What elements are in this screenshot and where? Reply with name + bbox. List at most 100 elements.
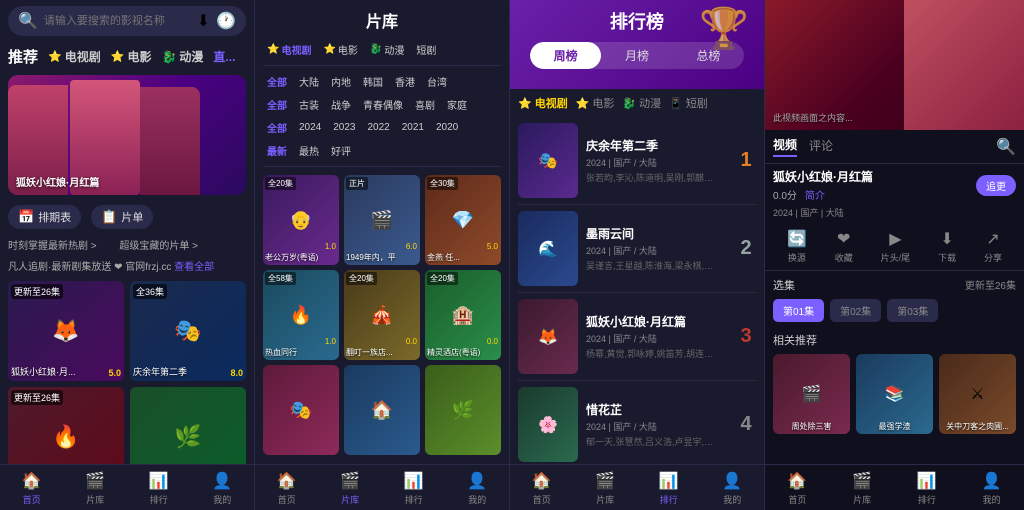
filter-rating[interactable]: 好评	[327, 141, 355, 160]
movie-card-0[interactable]: 👴 全20集 1.0 老公万岁(粤语)	[263, 175, 339, 265]
filter-2021[interactable]: 2021	[398, 120, 428, 135]
intro-link[interactable]: 简介	[805, 187, 825, 202]
genre-short[interactable]: 📱 短剧	[669, 95, 708, 111]
movie-card-6[interactable]: 🎭	[263, 365, 339, 455]
filter-inland[interactable]: 内地	[327, 72, 355, 91]
lib-nav-profile[interactable]: 👤 我的	[467, 471, 487, 506]
promo-link[interactable]: 查看全部	[174, 262, 214, 273]
filter-hk[interactable]: 香港	[391, 72, 419, 91]
genre-movie-icon: ⭐	[576, 97, 590, 110]
hero-banner[interactable]: 狐妖小红娘·月红篇	[8, 75, 246, 195]
genre-anime[interactable]: 🐉 动漫	[622, 95, 661, 111]
nav-schedule[interactable]: 📅 排期表	[8, 205, 81, 229]
grid-item-0[interactable]: 🦊 更新至26集 5.0 狐妖小红娘·月...	[8, 281, 124, 381]
follow-button[interactable]: 追更	[976, 175, 1016, 196]
filter-movie-type[interactable]: ⭐ 电影	[319, 40, 361, 59]
grid-item-2[interactable]: 🔥 更新至26集 7.0 破茧2	[8, 387, 124, 464]
filter-latest[interactable]: 最新	[263, 141, 291, 160]
nav-playlist[interactable]: 📋 片单	[91, 205, 153, 229]
filter-2024[interactable]: 2024	[295, 120, 325, 135]
search-input[interactable]	[44, 15, 191, 27]
video-tab-comments[interactable]: 评论	[809, 137, 833, 156]
episode-btn-3[interactable]: 第03集	[887, 299, 938, 322]
rank-nav-lib[interactable]: 🎬 片库	[595, 471, 615, 506]
rank-item-1[interactable]: 🎭 庆余年第二季 2024 | 国产 / 大陆 张若昀,李沁,陈道明,吴刚,郭麒…	[518, 117, 756, 205]
rank-nav-rank[interactable]: 📊 排行	[659, 471, 679, 506]
vid-nav-home[interactable]: 🏠 首页	[787, 471, 807, 506]
movie-card-2[interactable]: 💎 全30集 5.0 金燕 任...	[425, 175, 501, 265]
filter-row-year: 全部 2024 2023 2022 2021 2020	[255, 116, 509, 139]
promo-right: 超级宝藏的片单 >	[119, 241, 198, 252]
rank-nav-profile[interactable]: 👤 我的	[722, 471, 742, 506]
vid-nav-rank[interactable]: 📊 排行	[917, 471, 937, 506]
filter-2022[interactable]: 2022	[364, 120, 394, 135]
nav-rank[interactable]: 📊 排行	[149, 471, 169, 506]
movie-card-7[interactable]: 🏠	[344, 365, 420, 455]
badge-2: 更新至26集	[11, 390, 63, 405]
vid-nav-lib[interactable]: 🎬 片库	[852, 471, 872, 506]
nav-library[interactable]: 🎬 片库	[85, 471, 105, 506]
rank-item-2[interactable]: 🌊 墨雨云间 2024 | 国产 / 大陆 吴谨言,王星越,陈淮海,梁永棋,陈乔…	[518, 205, 756, 293]
filter-hot[interactable]: 最热	[295, 141, 323, 160]
filter-short[interactable]: 短剧	[412, 40, 440, 59]
genre-movie[interactable]: ⭐ 电影	[576, 95, 615, 111]
video-tab-video[interactable]: 视频	[773, 136, 797, 157]
rank-tab-weekly[interactable]: 周榜	[530, 42, 601, 69]
action-download[interactable]: ⬇ 下载	[938, 229, 956, 264]
search-bar[interactable]: 🔍 ⬇ 🕐	[8, 6, 246, 36]
lib-nav-library[interactable]: 🎬 片库	[340, 471, 360, 506]
tab-anime[interactable]: 🐉 动漫	[161, 48, 203, 65]
action-skip[interactable]: ▶ 片头/尾	[881, 229, 911, 264]
filter-romance[interactable]: 青春偶像	[359, 95, 407, 114]
filter-ancient[interactable]: 古装	[295, 95, 323, 114]
filter-2020[interactable]: 2020	[432, 120, 462, 135]
action-share[interactable]: ↗ 分享	[984, 229, 1002, 264]
lib-nav-rank[interactable]: 📊 排行	[404, 471, 424, 506]
nav-home[interactable]: 🏠 首页	[22, 471, 42, 506]
tab-more[interactable]: 直...	[213, 48, 235, 65]
grid-item-3[interactable]: 🌿	[130, 387, 246, 464]
vid-nav-rank-label: 排行	[918, 493, 936, 506]
source-icon: 🔄	[787, 229, 807, 249]
action-source[interactable]: 🔄 换源	[787, 229, 807, 264]
episode-btn-1[interactable]: 第01集	[773, 299, 824, 322]
filter-all-year[interactable]: 全部	[263, 118, 291, 137]
movie-card-4[interactable]: 🎪 全20集 0.0 翻叮一族店...	[344, 270, 420, 360]
rank-item-3[interactable]: 🦊 狐妖小红娘·月红篇 2024 | 国产 / 大陆 杨幂,黄觉,郭咏婷,姚笛芳…	[518, 293, 756, 381]
action-favorite[interactable]: ❤ 收藏	[835, 229, 853, 264]
filter-taiwan[interactable]: 台湾	[423, 72, 451, 91]
filter-comedy[interactable]: 喜剧	[411, 95, 439, 114]
grid-item-1[interactable]: 🎭 全36集 8.0 庆余年第二季	[130, 281, 246, 381]
movie-card-1[interactable]: 🎬 正片 6.0 1949年内，平	[344, 175, 420, 265]
filter-mainland[interactable]: 大陆	[295, 72, 323, 91]
filter-tv[interactable]: ⭐ 电视剧	[263, 40, 315, 59]
tab-tv[interactable]: ⭐ 电视剧	[48, 48, 101, 65]
filter-family[interactable]: 家庭	[443, 95, 471, 114]
lib-nav-home[interactable]: 🏠 首页	[277, 471, 297, 506]
video-player[interactable]: 此视频画面之内容...	[765, 0, 1024, 130]
movie-card-8[interactable]: 🌿	[425, 365, 501, 455]
related-item-2[interactable]: ⚔ 关中刀客之肉圃...	[939, 354, 1016, 434]
vid-nav-profile[interactable]: 👤 我的	[982, 471, 1002, 506]
rank-nav-home[interactable]: 🏠 首页	[532, 471, 552, 506]
related-item-0[interactable]: 🎬 周处除三害	[773, 354, 850, 434]
episode-btn-2[interactable]: 第02集	[830, 299, 881, 322]
filter-2023[interactable]: 2023	[329, 120, 359, 135]
filter-anime-type[interactable]: 🐉 动漫	[366, 40, 408, 59]
related-item-1[interactable]: 📚 最强学渣	[856, 354, 933, 434]
nav-profile[interactable]: 👤 我的	[212, 471, 232, 506]
library-title: 片库	[255, 0, 509, 38]
filter-korea[interactable]: 韩国	[359, 72, 387, 91]
download-icon[interactable]: ⬇	[197, 11, 210, 31]
rank-tab-monthly[interactable]: 月榜	[601, 42, 672, 69]
filter-war[interactable]: 战争	[327, 95, 355, 114]
history-icon[interactable]: 🕐	[216, 11, 236, 31]
tab-movie[interactable]: ⭐ 电影	[111, 48, 152, 65]
movie-card-5[interactable]: 🏨 全20集 0.0 精灵酒店(粤语)	[425, 270, 501, 360]
rank-item-4[interactable]: 🌸 惜花芷 2024 | 国产 / 大陆 郁一天,张慧然,吕义浩,卢昱宇,边程,…	[518, 381, 756, 464]
search-small-icon[interactable]: 🔍	[996, 137, 1016, 157]
filter-all-region[interactable]: 全部	[263, 72, 291, 91]
genre-tv[interactable]: ⭐ 电视剧	[518, 95, 568, 111]
filter-all-genre[interactable]: 全部	[263, 95, 291, 114]
movie-card-3[interactable]: 🔥 全58集 1.0 热血同行	[263, 270, 339, 360]
